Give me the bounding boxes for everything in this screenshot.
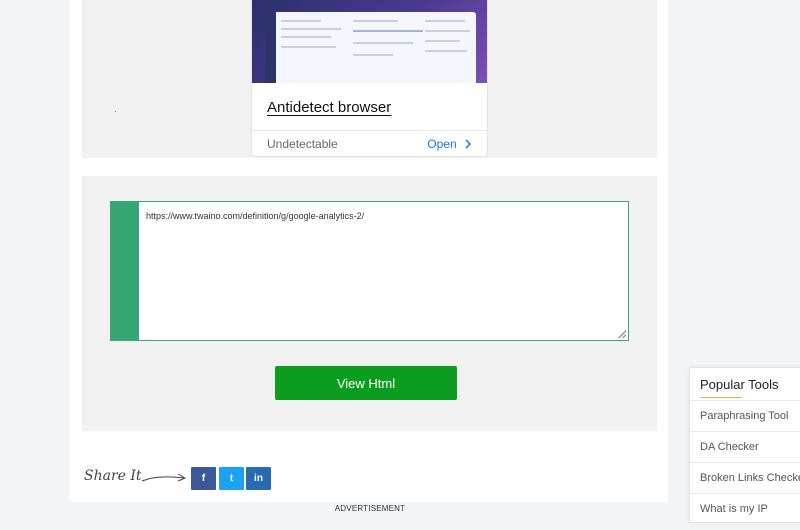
popular-tool-item[interactable]: DA Checker [690, 431, 800, 462]
ad-title[interactable]: Antidetect browser [267, 99, 391, 116]
linkedin-share-button[interactable]: in [246, 467, 271, 490]
ad-app-mockup [265, 12, 476, 83]
share-label: Share It [84, 468, 142, 484]
ad-image[interactable] [252, 0, 487, 83]
popular-tool-item[interactable]: Paraphrasing Tool [690, 400, 800, 431]
title-underline [700, 397, 742, 398]
line-gutter [111, 202, 139, 340]
popular-tool-label[interactable]: Paraphrasing Tool [700, 410, 788, 422]
ad-box[interactable]: Antidetect browser Undetectable Open [251, 0, 488, 157]
twitter-icon: t [229, 473, 234, 484]
arrow-right-icon [141, 473, 187, 482]
ad-subtitle: Undetectable [267, 137, 338, 151]
ad-open-label: Open [427, 137, 457, 151]
facebook-share-button[interactable]: f [191, 467, 216, 490]
popular-tools-title: Popular Tools [700, 377, 779, 392]
popular-tool-label[interactable]: Broken Links Checker [700, 472, 800, 484]
popular-tools-widget: Popular Tools Paraphrasing Tool DA Check… [689, 367, 800, 523]
facebook-icon: f [201, 473, 206, 484]
popular-tool-label[interactable]: DA Checker [700, 441, 759, 453]
url-textarea[interactable]: https://www.twaino.com/definition/g/goog… [110, 201, 629, 341]
advertisement-label: ADVERTISEMENT [334, 504, 406, 513]
ad-open-link[interactable]: Open [427, 137, 472, 151]
popular-tool-label[interactable]: What is my IP [700, 503, 768, 515]
ad-dot: . [114, 104, 117, 115]
chevron-right-icon [465, 139, 472, 149]
linkedin-icon: in [254, 473, 263, 484]
popular-tool-item[interactable]: Broken Links Checker [690, 462, 800, 493]
popular-tool-item[interactable]: What is my IP [690, 493, 800, 524]
view-html-button[interactable]: View Html [275, 366, 457, 400]
ad-footer: Undetectable Open [252, 130, 487, 156]
twitter-share-button[interactable]: t [219, 467, 244, 490]
url-textarea-value[interactable]: https://www.twaino.com/definition/g/goog… [146, 211, 364, 221]
resize-handle-icon[interactable] [618, 330, 626, 338]
